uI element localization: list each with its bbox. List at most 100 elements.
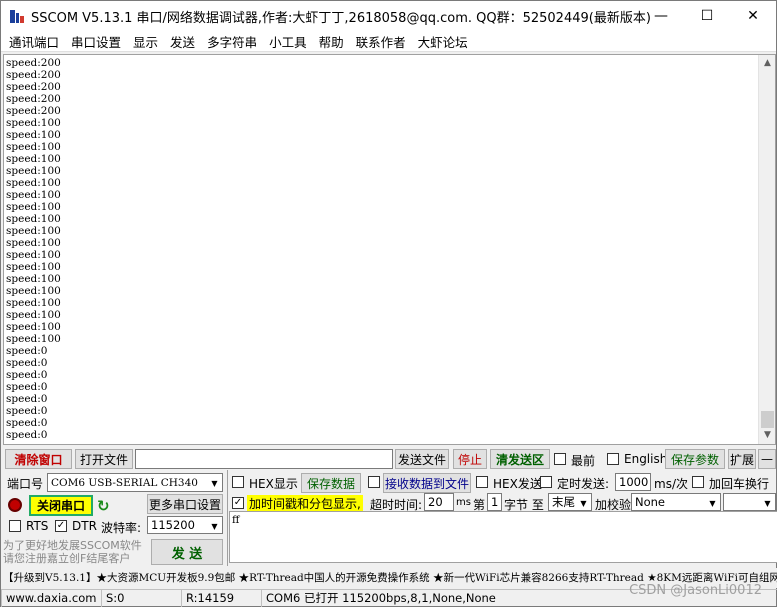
menu-multi-string[interactable]: 多字符串 [201,32,263,51]
nth-input[interactable]: 1 [487,493,502,511]
baud-value: 115200 [151,518,195,532]
receive-line: speed:0 [6,381,48,393]
receive-area[interactable]: speed:200 speed:200 speed:200 speed:200 spee… [3,54,776,445]
chevron-down-icon: ▼ [211,521,218,531]
port-label: 端口号 [7,477,44,491]
hex-send-checkbox[interactable] [476,476,488,488]
chevron-down-icon: ▼ [580,498,587,508]
refresh-icon[interactable]: ↻ [97,497,110,515]
receive-line: speed:100 [6,189,61,201]
hex-display-label: HEX显示 [249,477,298,491]
menu-tools[interactable]: 小工具 [263,32,313,51]
menu-contact-author[interactable]: 联系作者 [350,32,412,51]
receive-line: speed:100 [6,153,61,165]
receive-line: speed:0 [6,345,48,357]
menu-send[interactable]: 发送 [164,32,201,51]
clear-send-button[interactable]: 清发送区 [490,449,550,469]
receive-scrollbar[interactable]: ▲ ▼ [758,55,775,444]
receive-line: speed:100 [6,237,61,249]
receive-line: speed:100 [6,249,61,261]
receive-line: speed:100 [6,177,61,189]
timed-send-label: 定时发送: [557,477,610,491]
collapse-button[interactable]: — [758,449,776,469]
file-path-input[interactable] [135,449,393,469]
scrollbar-thumb[interactable] [761,411,774,428]
receive-line: speed:100 [6,165,61,177]
menu-port-settings[interactable]: 串口设置 [65,32,127,51]
close-port-button[interactable]: 关闭串口 [29,495,93,516]
english-label: English [624,452,668,466]
interval-unit-label: ms/次 [654,477,688,491]
window-title: SSCOM V5.13.1 串口/网络数据调试器,作者:大虾丁丁,2618058… [31,10,651,26]
topmost-label: 最前 [571,454,596,468]
end-value: 末尾 [552,495,575,509]
timestamp-checkbox[interactable]: ✓ [232,497,244,509]
save-params-button[interactable]: 保存参数 [665,449,725,469]
stop-button[interactable]: 停止 [453,449,487,469]
close-button[interactable]: ✕ [730,1,776,31]
timeout-input[interactable]: 20 [424,493,454,511]
receive-line: speed:100 [6,117,61,129]
receive-line: speed:0 [6,417,48,429]
receive-line: speed:200 [6,69,61,81]
timed-send-checkbox[interactable] [540,476,552,488]
recv-to-file-button[interactable]: 接收数据到文件 [383,473,471,493]
open-file-button[interactable]: 打开文件 [75,449,133,469]
interval-input[interactable]: 1000 [615,473,651,491]
checksum-select[interactable]: None ▼ [631,493,721,511]
receive-line: speed:100 [6,297,61,309]
send-file-button[interactable]: 发送文件 [395,449,449,469]
recv-to-file-checkbox[interactable] [368,476,380,488]
rts-label: RTS [26,519,49,533]
chevron-down-icon: ▼ [709,498,716,508]
status-website[interactable]: www.daxia.com [1,589,101,607]
more-port-settings-button[interactable]: 更多串口设置 [147,494,223,514]
expand-button[interactable]: 扩展 [728,449,756,469]
receive-line: speed:100 [6,213,61,225]
send-button[interactable]: 发 送 [151,539,223,565]
receive-line: speed:100 [6,285,61,297]
save-data-button[interactable]: 保存数据 [301,473,361,493]
app-logo-icon [9,8,25,24]
receive-line: speed:200 [6,57,61,69]
dtr-checkbox[interactable]: ✓ [55,520,67,532]
end-select[interactable]: 末尾 ▼ [548,493,592,511]
rts-checkbox[interactable] [9,520,21,532]
csdn-watermark: CSDN @JasonLi0012 [629,583,762,598]
menu-display[interactable]: 显示 [127,32,164,51]
scroll-down-icon[interactable]: ▼ [759,427,775,444]
port-status-indicator-icon [8,498,22,512]
add-crlf-label: 加回车换行 [709,477,770,491]
checksum-value: None [635,495,666,509]
scroll-up-icon[interactable]: ▲ [759,55,775,72]
baud-select[interactable]: 115200 ▼ [147,516,223,534]
receive-line: speed:100 [6,273,61,285]
english-checkbox[interactable] [607,453,619,465]
menu-bar: 通讯端口 串口设置 显示 发送 多字符串 小工具 帮助 联系作者 大虾论坛 [1,31,776,52]
receive-line: speed:100 [6,309,61,321]
receive-line: speed:100 [6,201,61,213]
timestamp-label: 加时间戳和分包显示, [247,495,363,512]
receive-line: speed:200 [6,81,61,93]
menu-comm-port[interactable]: 通讯端口 [3,32,65,51]
receive-line: speed:200 [6,93,61,105]
extra-select[interactable]: ▼ [723,493,776,511]
add-crlf-checkbox[interactable] [692,476,704,488]
send-text-area[interactable]: ff [229,511,777,563]
hex-send-label: HEX发送 [493,477,542,491]
receive-line: speed:0 [6,393,48,405]
receive-line: speed:0 [6,405,48,417]
menu-help[interactable]: 帮助 [313,32,350,51]
menu-forum[interactable]: 大虾论坛 [412,32,474,51]
minimize-button[interactable]: — [638,1,684,31]
maximize-button[interactable]: ☐ [684,1,730,31]
dtr-label: DTR [72,519,97,533]
port-select[interactable]: COM6 USB-SERIAL CH340 ▼ [47,473,223,492]
sscom-window: SSCOM V5.13.1 串口/网络数据调试器,作者:大虾丁丁,2618058… [0,0,777,607]
topmost-checkbox[interactable] [554,453,566,465]
clear-window-button[interactable]: 清除窗口 [5,449,72,469]
status-sent-count: S:0 [101,589,181,607]
receive-line: speed:0 [6,357,48,369]
receive-line: speed:100 [6,261,61,273]
hex-display-checkbox[interactable] [232,476,244,488]
